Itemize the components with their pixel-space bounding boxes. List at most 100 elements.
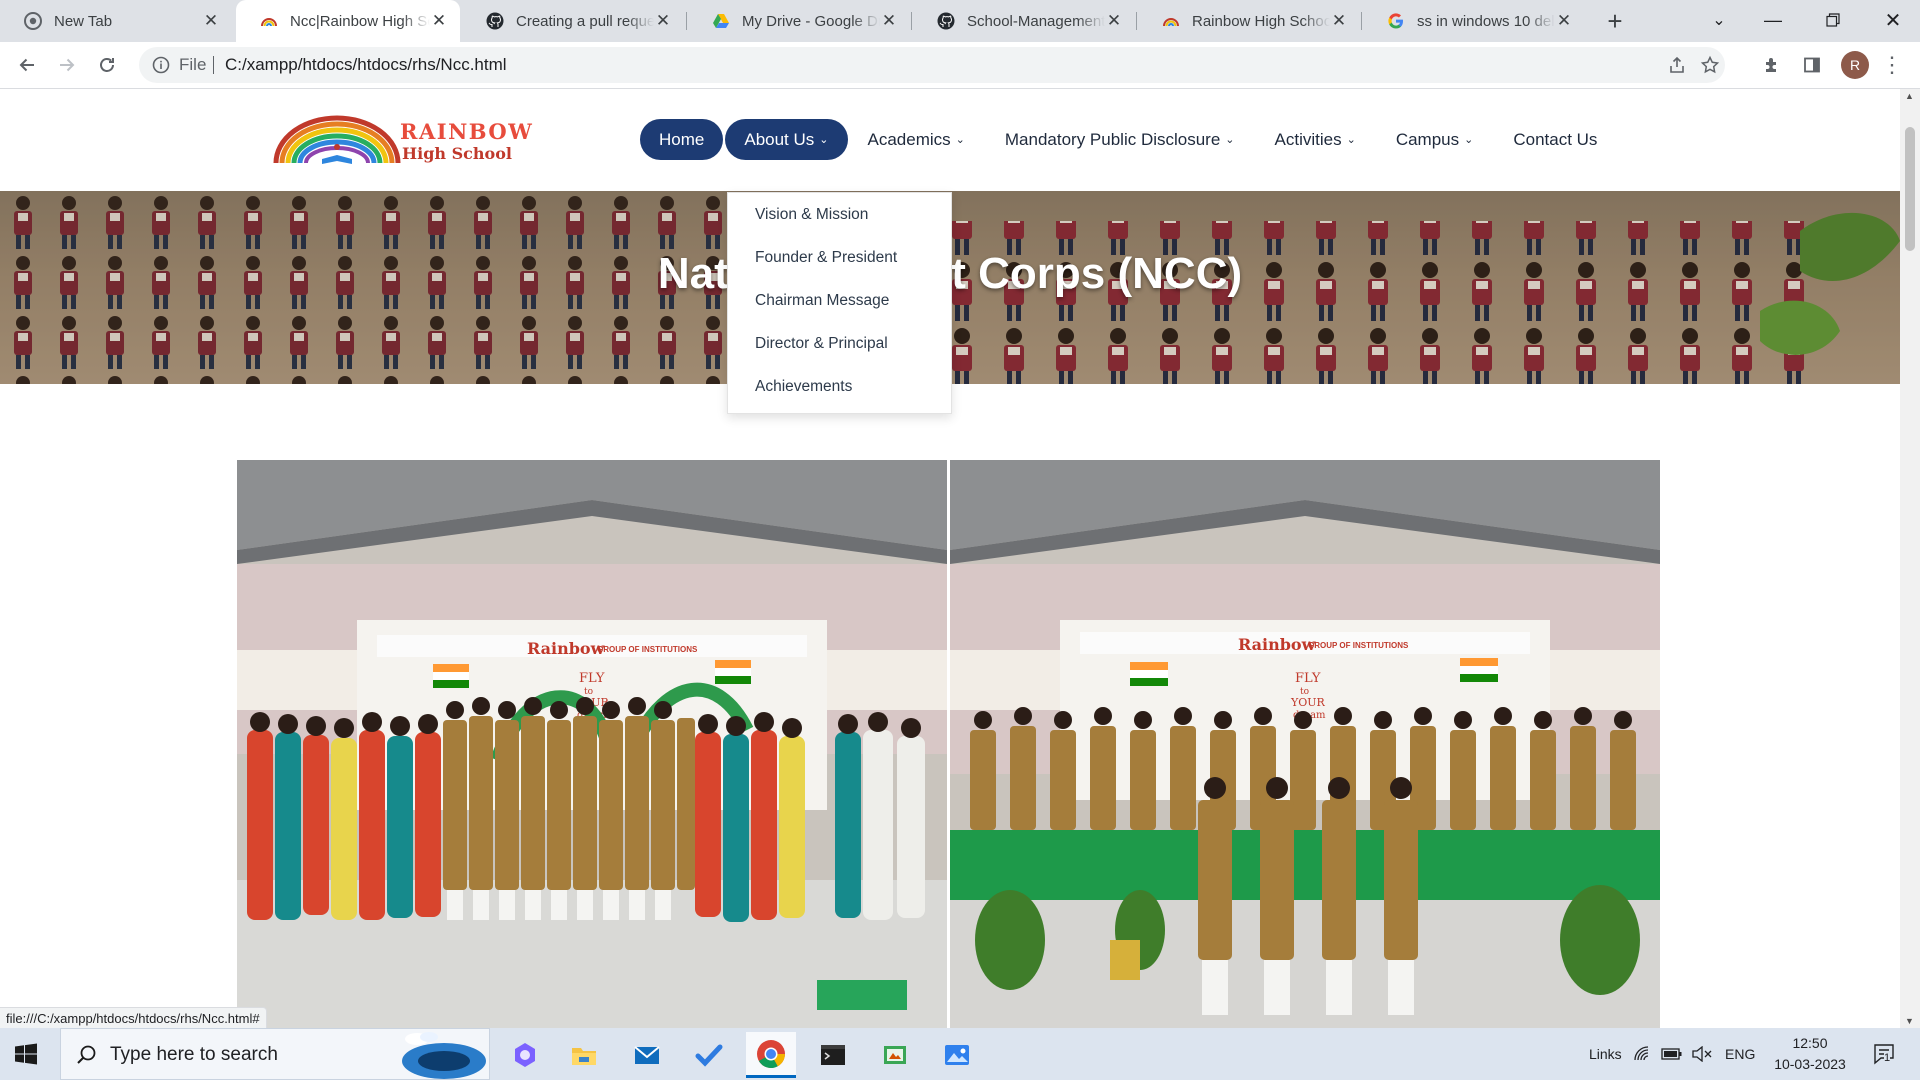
- minimize-icon[interactable]: —: [1746, 0, 1800, 40]
- tab-title: School-Management: [967, 12, 1105, 30]
- tab-ncc-rainbow-high-school[interactable]: Ncc|Rainbow High School ✕: [236, 0, 460, 42]
- share-icon[interactable]: [1661, 49, 1693, 81]
- tab-creating-pull-request[interactable]: Creating a pull request ✕: [462, 0, 684, 42]
- system-clock[interactable]: 12:50 10-03-2023: [1765, 1033, 1855, 1075]
- banner-group: GROUP OF INSTITUTIONS: [597, 645, 698, 654]
- extensions-icon[interactable]: [1756, 49, 1788, 81]
- menu-kebab-icon[interactable]: ⋮: [1876, 49, 1908, 81]
- banner-brand: Rainbow: [527, 639, 606, 658]
- notification-count-badge: 1: [1884, 1052, 1891, 1064]
- tab-rainbow-high-school[interactable]: Rainbow High School ✕: [1138, 0, 1360, 42]
- chevron-down-icon: ⌄: [1346, 134, 1356, 146]
- slogan-fly: FLY: [1295, 671, 1321, 686]
- chevron-down-icon: ⌄: [1464, 134, 1474, 146]
- windows-start-icon[interactable]: [14, 1042, 38, 1066]
- menu-item-vision-mission[interactable]: Vision & Mission: [728, 193, 951, 236]
- todo-icon[interactable]: [684, 1032, 734, 1078]
- github-icon: [937, 12, 955, 30]
- scrollbar-thumb[interactable]: [1905, 127, 1915, 251]
- close-tab-icon[interactable]: ✕: [654, 11, 672, 30]
- close-tab-icon[interactable]: ✕: [880, 11, 898, 30]
- windows-taskbar: Type here to search Links ENG 12:50 10-0…: [0, 1028, 1920, 1080]
- back-icon[interactable]: [11, 49, 43, 81]
- url-text[interactable]: C:/xampp/htdocs/htdocs/rhs/Ncc.html: [225, 55, 507, 75]
- close-tab-icon[interactable]: ✕: [202, 11, 220, 30]
- new-tab-button[interactable]: +: [1599, 6, 1631, 36]
- link-status-bubble: file:///C:/xampp/htdocs/htdocs/rhs/Ncc.h…: [0, 1007, 267, 1029]
- terminal-icon[interactable]: [808, 1032, 858, 1078]
- tab-separator: [1361, 12, 1362, 30]
- reload-icon[interactable]: [91, 49, 123, 81]
- slogan-fly: FLY: [579, 671, 605, 686]
- side-panel-icon[interactable]: [1796, 49, 1828, 81]
- nav-label: Campus: [1395, 129, 1460, 149]
- github-icon: [486, 12, 504, 30]
- rainbow-icon: [260, 12, 278, 30]
- chrome-taskbar-icon[interactable]: [746, 1032, 796, 1078]
- wifi-icon[interactable]: [1633, 1028, 1651, 1080]
- nav-label: Home: [659, 129, 705, 149]
- tab-title: Rainbow High School: [1192, 12, 1330, 30]
- file-explorer-icon[interactable]: [559, 1032, 609, 1078]
- menu-item-director-principal[interactable]: Director & Principal: [728, 322, 951, 365]
- scheme-label: File: [179, 55, 207, 74]
- close-tab-icon[interactable]: ✕: [1330, 11, 1348, 30]
- photos-app-icon[interactable]: [932, 1032, 982, 1078]
- bookmark-star-icon[interactable]: [1694, 49, 1726, 81]
- paint-app-icon[interactable]: [870, 1032, 920, 1078]
- tab-new-tab[interactable]: New Tab ✕: [0, 0, 232, 42]
- menu-item-achievements[interactable]: Achievements: [728, 365, 951, 408]
- nav-label: Academics: [867, 129, 951, 149]
- web-page: RAINBOW High School Home About Us ⌄ Acade…: [0, 89, 1900, 1028]
- indian-flag-icon: [1460, 658, 1498, 682]
- tab-strip: New Tab ✕ Ncc|Rainbow High School ✕ Crea…: [0, 0, 1920, 42]
- nav-mandatory-public-disclosure[interactable]: Mandatory Public Disclosure ⌄: [985, 119, 1255, 160]
- search-icon: [75, 1043, 99, 1067]
- scroll-up-arrow-icon[interactable]: ▲: [1905, 91, 1914, 101]
- nav-academics[interactable]: Academics ⌄: [848, 119, 985, 160]
- info-icon[interactable]: [151, 55, 171, 75]
- indian-flag-icon: [715, 660, 751, 684]
- battery-icon[interactable]: [1661, 1028, 1683, 1080]
- search-placeholder: Type here to search: [110, 1044, 278, 1065]
- site-logo[interactable]: RAINBOW High School: [270, 111, 548, 169]
- nav-about-us[interactable]: About Us ⌄: [725, 119, 848, 160]
- search-highlight-illustration-icon: [402, 1032, 486, 1079]
- language-indicator[interactable]: ENG: [1725, 1028, 1755, 1080]
- nav-campus[interactable]: Campus ⌄: [1376, 119, 1494, 160]
- tab-separator: [1136, 12, 1137, 30]
- chevron-down-icon: ⌄: [819, 134, 829, 146]
- tab-search-chevron-icon[interactable]: ⌄: [1692, 0, 1746, 40]
- copilot-app-icon[interactable]: [500, 1032, 550, 1078]
- tab-title: ss in windows 10 dell: [1417, 12, 1555, 30]
- ncc-group-photo-with-staff: Rainbow GROUP OF INSTITUTIONS FLY to YOU…: [237, 460, 947, 1028]
- nav-activities[interactable]: Activities ⌄: [1255, 119, 1376, 160]
- address-bar[interactable]: File C:/xampp/htdocs/htdocs/rhs/Ncc.html: [139, 47, 1725, 83]
- page-scrollbar[interactable]: ▲ ▼: [1900, 89, 1920, 1028]
- close-tab-icon[interactable]: ✕: [1105, 11, 1123, 30]
- ncc-cadets-stage-photo: Rainbow GROUP OF INSTITUTIONS FLY to YOU…: [950, 460, 1660, 1028]
- tab-title: New Tab: [54, 12, 113, 30]
- scroll-down-arrow-icon[interactable]: ▼: [1905, 1016, 1914, 1026]
- tray-links-toolbar[interactable]: Links: [1589, 1028, 1622, 1080]
- nav-home[interactable]: Home: [640, 119, 724, 160]
- volume-muted-icon[interactable]: [1691, 1028, 1713, 1080]
- tab-school-management[interactable]: School-Management ✕: [913, 0, 1135, 42]
- close-tab-icon[interactable]: ✕: [430, 11, 448, 30]
- profile-avatar[interactable]: R: [1841, 51, 1869, 79]
- restore-icon[interactable]: [1806, 0, 1860, 40]
- close-tab-icon[interactable]: ✕: [1555, 11, 1573, 30]
- clock-date: 10-03-2023: [1774, 1056, 1846, 1072]
- tab-separator: [911, 12, 912, 30]
- close-window-icon[interactable]: ✕: [1866, 0, 1920, 40]
- clock-time: 12:50: [1792, 1035, 1828, 1051]
- menu-item-founder-president[interactable]: Founder & President: [728, 236, 951, 279]
- mail-icon[interactable]: [622, 1032, 672, 1078]
- tab-google-search[interactable]: ss in windows 10 dell ✕: [1363, 0, 1585, 42]
- menu-item-chairman-message[interactable]: Chairman Message: [728, 279, 951, 322]
- nav-contact-us[interactable]: Contact Us: [1493, 119, 1617, 160]
- notification-center-icon[interactable]: 1: [1872, 1028, 1898, 1080]
- forward-icon[interactable]: [51, 49, 83, 81]
- taskbar-search-box[interactable]: Type here to search: [60, 1028, 490, 1080]
- tab-my-drive[interactable]: My Drive - Google Drive ✕: [688, 0, 910, 42]
